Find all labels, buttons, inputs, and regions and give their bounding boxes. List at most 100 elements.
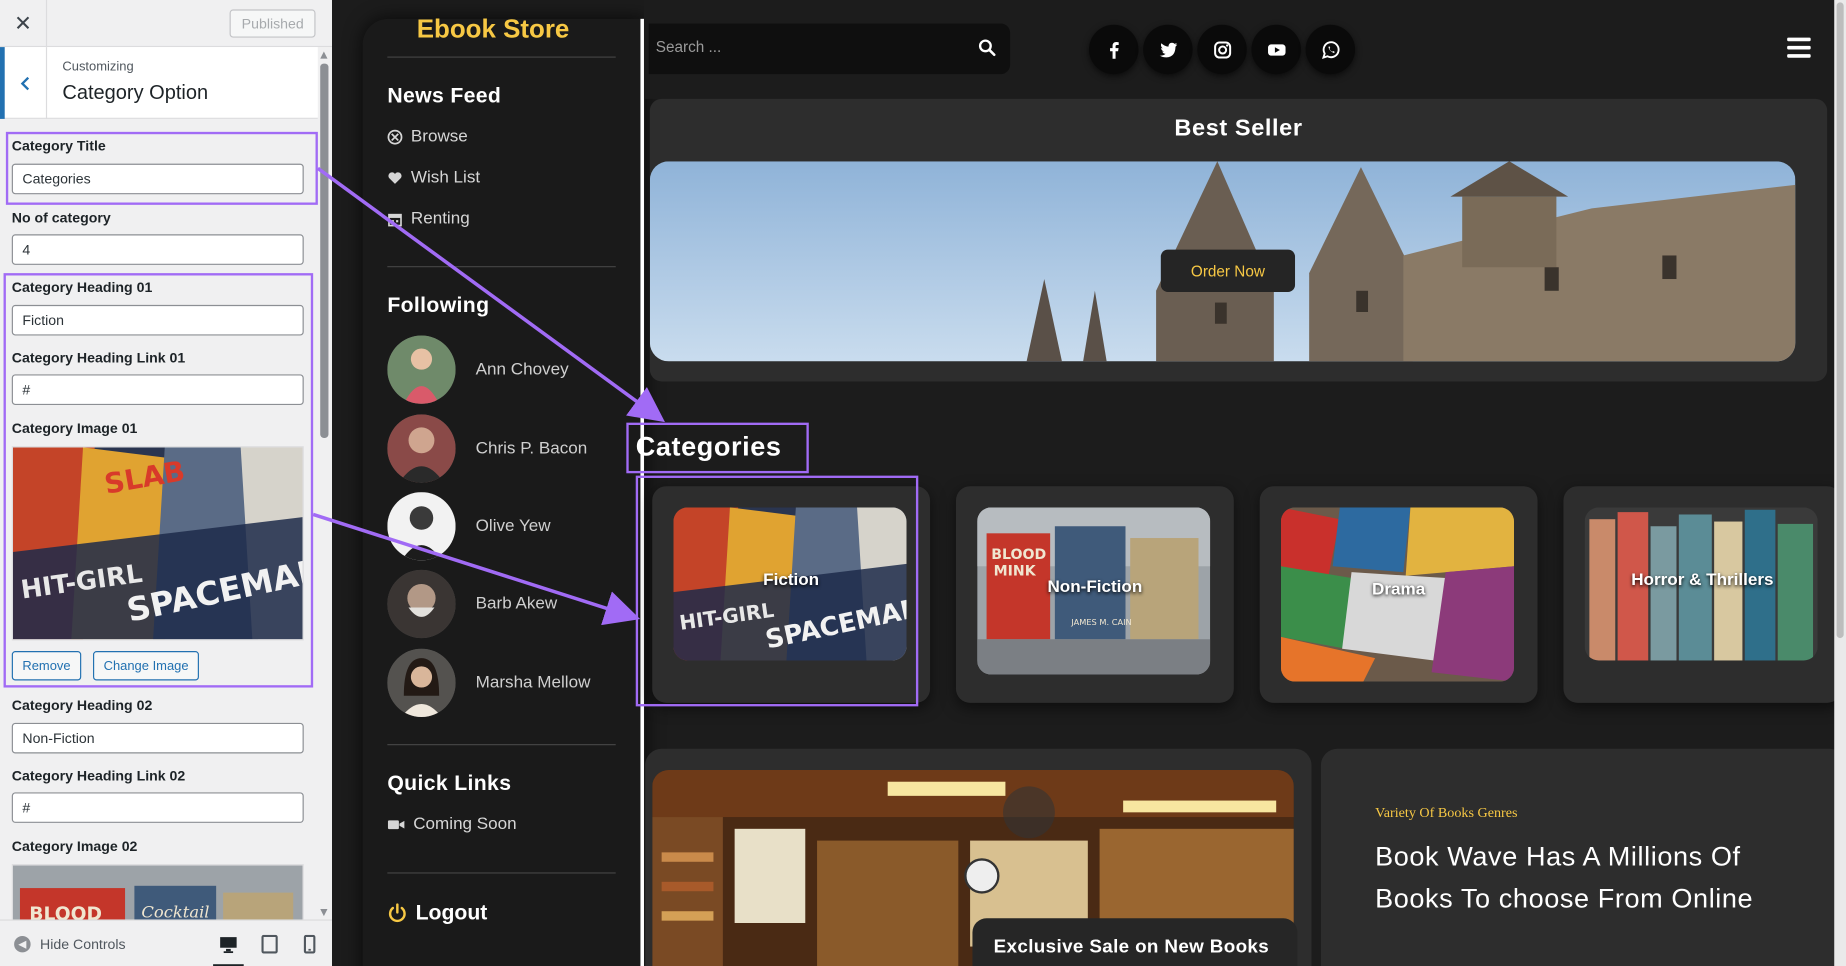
heading-link-01-input[interactable] xyxy=(11,374,304,405)
following-person[interactable]: Marsha Mellow xyxy=(387,648,591,717)
promo-text-card: Variety Of Books Genres Book Wave Has A … xyxy=(1320,748,1846,966)
comic-books-image: HIT-GIRL SPACEMAN SLAB xyxy=(12,447,303,640)
controls-area: Category Title No of category Category H… xyxy=(0,119,318,920)
person-name: Barb Akew xyxy=(475,594,558,614)
avatar xyxy=(387,335,456,404)
nav-item-coming-soon[interactable]: Coming Soon xyxy=(387,814,517,834)
search-input[interactable] xyxy=(655,37,962,56)
nav-item-label: Wish List xyxy=(410,168,481,188)
following-person[interactable]: Chris P. Bacon xyxy=(387,414,588,483)
section-title: Category Option xyxy=(62,81,209,104)
publish-button[interactable]: Published xyxy=(229,9,316,38)
scroll-down-icon[interactable]: ▼ xyxy=(320,907,327,918)
section-header: Customizing Category Option xyxy=(0,47,318,119)
heading-link-01-label: Category Heading Link 01 xyxy=(11,349,186,367)
following-heading: Following xyxy=(387,293,490,317)
image-02-preview[interactable]: BLOOD Cocktail xyxy=(11,864,304,920)
category-card-drama[interactable]: Drama xyxy=(1259,486,1538,703)
nav-item-label: Coming Soon xyxy=(413,814,517,834)
heading-02-label: Category Heading 02 xyxy=(11,696,153,714)
search-box xyxy=(648,23,1011,75)
scrollbar-thumb[interactable] xyxy=(320,63,329,438)
sale-banner[interactable]: Exclusive Sale on New Books xyxy=(972,918,1298,966)
frame-divider xyxy=(640,18,644,966)
back-button[interactable] xyxy=(0,47,48,119)
svg-text:BLOOD: BLOOD xyxy=(29,904,102,919)
divider xyxy=(387,56,616,58)
person-name: Ann Chovey xyxy=(475,360,569,380)
heading-01-input[interactable] xyxy=(11,304,304,336)
promo-headline: Book Wave Has A Millions Of Books To cho… xyxy=(1375,840,1754,914)
no-of-category-label: No of category xyxy=(11,209,111,227)
heading-02-input[interactable] xyxy=(11,722,304,754)
hamburger-menu-icon[interactable] xyxy=(1787,37,1811,58)
close-icon[interactable]: ✕ xyxy=(0,0,48,48)
youtube-icon[interactable] xyxy=(1251,24,1301,75)
compass-icon xyxy=(387,129,403,145)
nav-item-label: Browse xyxy=(410,127,468,146)
tablet-preview-icon[interactable] xyxy=(260,934,279,954)
instagram-icon[interactable] xyxy=(1197,24,1247,75)
divider xyxy=(387,872,616,874)
divider xyxy=(387,266,616,268)
image-01-label: Category Image 01 xyxy=(11,420,138,437)
following-person[interactable]: Olive Yew xyxy=(387,492,551,561)
avatar xyxy=(387,492,456,561)
site-sidebar: Ebook Store News Feed Browse Wish List R… xyxy=(362,14,646,966)
nav-item-renting[interactable]: Renting xyxy=(387,209,470,229)
preview-scrollbar[interactable] xyxy=(1834,0,1846,966)
categories-title: Categories xyxy=(635,430,782,462)
avatar xyxy=(387,648,456,717)
nav-item-label: Renting xyxy=(410,209,470,229)
promo-eyebrow: Variety Of Books Genres xyxy=(1375,804,1518,821)
logout-button[interactable]: Logout xyxy=(387,901,487,926)
svg-text:JAMES M. CAIN: JAMES M. CAIN xyxy=(1070,617,1131,627)
nav-item-browse[interactable]: Browse xyxy=(387,127,468,146)
nav-item-wish-list[interactable]: Wish List xyxy=(387,168,480,187)
search-icon[interactable] xyxy=(978,39,996,57)
hide-controls-button[interactable]: ◀ Hide Controls xyxy=(14,935,126,953)
customizing-label: Customizing xyxy=(62,60,134,75)
chevron-left-icon xyxy=(20,76,29,90)
person-name: Olive Yew xyxy=(475,516,551,536)
heading-link-02-input[interactable] xyxy=(11,792,304,823)
twitter-icon[interactable] xyxy=(1143,24,1193,75)
whatsapp-icon[interactable] xyxy=(1305,24,1356,75)
category-card-non-fiction[interactable]: BLOOD MINK JAMES M. CAIN Non-Fiction xyxy=(955,486,1234,703)
image-02-label: Category Image 02 xyxy=(11,838,138,855)
collapse-icon: ◀ xyxy=(14,935,31,953)
person-name: Marsha Mellow xyxy=(475,673,591,693)
remove-image-button[interactable]: Remove xyxy=(11,651,82,681)
mobile-preview-icon[interactable] xyxy=(300,934,319,954)
category-title-input[interactable] xyxy=(11,163,304,195)
category-card-horror-thrillers[interactable]: Horror & Thrillers xyxy=(1563,486,1842,703)
scrollbar-thumb[interactable] xyxy=(1836,2,1844,639)
person-name: Chris P. Bacon xyxy=(475,439,588,458)
order-now-button[interactable]: Order Now xyxy=(1160,249,1296,292)
customizer-scrollbar[interactable]: ▲ ▼ xyxy=(317,47,332,920)
pulp-books-image: BLOOD Cocktail xyxy=(12,865,303,920)
following-person[interactable]: Barb Akew xyxy=(387,569,558,639)
scroll-up-icon[interactable]: ▲ xyxy=(320,49,327,60)
no-of-category-input[interactable] xyxy=(11,234,304,265)
heart-icon xyxy=(388,171,402,184)
site-logo[interactable]: Ebook Store xyxy=(417,14,570,45)
site-preview: Ebook Store News Feed Browse Wish List R… xyxy=(331,0,1846,966)
avatar xyxy=(387,569,456,639)
desktop-preview-icon[interactable] xyxy=(213,935,244,966)
change-image-button[interactable]: Change Image xyxy=(93,651,200,681)
calendar-icon xyxy=(388,213,402,226)
customizer-header-bar: ✕ Published xyxy=(0,0,332,48)
avatar xyxy=(387,414,456,483)
customizer-footer: ◀ Hide Controls xyxy=(0,919,332,966)
best-seller-section: Best Seller Order Now xyxy=(649,98,1828,382)
divider xyxy=(387,744,616,746)
facebook-icon[interactable] xyxy=(1089,24,1139,75)
svg-text:Cocktail: Cocktail xyxy=(141,903,209,920)
power-icon xyxy=(388,903,406,923)
category-title-label: Category Title xyxy=(11,137,106,155)
category-card-fiction[interactable]: HIT-GIRL SPACEMAN Fiction xyxy=(652,486,931,703)
image-01-preview[interactable]: HIT-GIRL SPACEMAN SLAB xyxy=(11,446,304,641)
following-person[interactable]: Ann Chovey xyxy=(387,335,569,404)
category-name: Fiction xyxy=(763,570,820,590)
